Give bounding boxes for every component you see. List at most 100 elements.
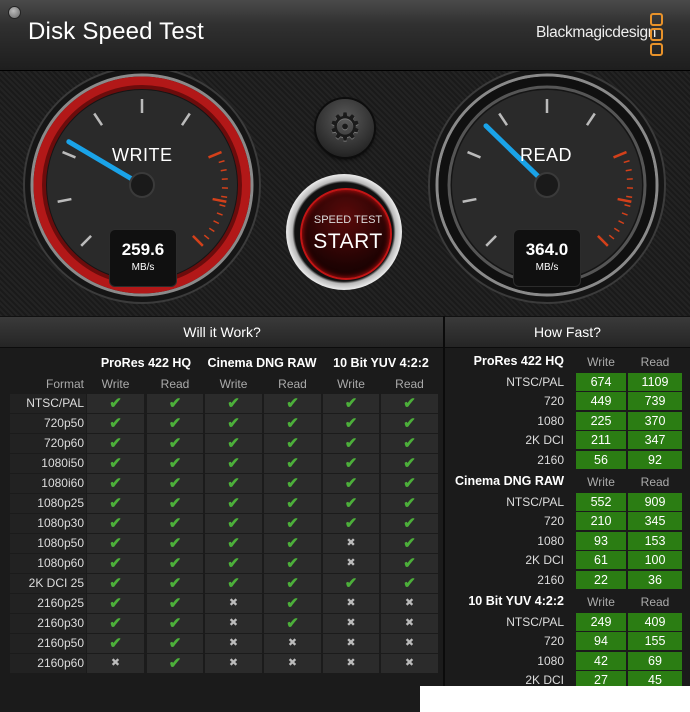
gear-icon: ⚙ [327,107,363,149]
app-title: Disk Speed Test [28,18,204,45]
cross-icon: ✖ [205,614,262,633]
write-gauge-label: WRITE [112,145,173,165]
start-button-label: START [313,230,383,253]
read-speed-value: 364.0 [525,240,569,259]
how-fast-column-read: Read [640,355,670,369]
check-icon: ✔ [147,394,203,413]
check-icon: ✔ [87,454,144,473]
check-icon: ✔ [264,474,321,493]
check-icon: ✔ [87,594,144,613]
check-icon: ✔ [205,534,262,553]
how-fast-row-label: 1080 [537,533,564,548]
how-fast-row: 2160 22 36 [445,570,690,590]
check-icon: ✔ [381,474,438,493]
column-header-read: Read [278,377,307,391]
format-label-text: 2K DCI 25 [28,576,84,590]
how-fast-column-read: Read [640,595,670,609]
table-row: 1080p60 ✔ ✔ ✔ ✔ ✖ ✔ [10,554,438,573]
how-fast-read-value: 36 [628,570,682,589]
how-fast-read-value: 739 [628,392,682,411]
how-fast-write-value: 552 [576,493,626,511]
check-icon: ✔ [323,454,379,473]
settings-button[interactable]: ⚙ [316,99,374,157]
how-fast-read-value: 1109 [628,373,682,391]
brand-logo [650,13,664,57]
how-fast-row-label: 720 [543,634,564,649]
check-icon: ✔ [205,454,262,473]
check-icon: ✔ [147,554,203,573]
format-label-text: NTSC/PAL [26,396,84,410]
how-fast-read-value: 153 [628,531,682,550]
check-icon: ✔ [147,474,203,493]
table-row: 2160p25 ✔ ✔ ✖ ✔ ✖ ✖ [10,594,438,613]
how-fast-column-write: Write [587,475,615,489]
format-label-text: 2160p60 [37,656,84,670]
format-label: 1080i50 [10,454,86,473]
how-fast-column-write: Write [587,355,615,369]
check-icon: ✔ [147,614,203,633]
check-icon: ✔ [323,394,379,413]
check-icon: ✔ [264,554,321,573]
how-fast-read-value: 100 [628,551,682,570]
format-label: 720p50 [10,414,86,433]
read-gauge-label: READ [520,145,573,165]
format-label: 2160p60 [10,654,86,673]
check-icon: ✔ [264,494,321,513]
check-icon: ✔ [205,414,262,433]
format-label-text: 1080p50 [37,536,84,550]
format-label-text: 2160p30 [37,616,84,630]
how-fast-row: 2K DCI 61 100 [445,551,690,570]
check-icon: ✔ [264,454,321,473]
table-row: 2160p60 ✖ ✔ ✖ ✖ ✖ ✖ [10,654,438,673]
start-button[interactable]: SPEED TEST START [300,188,392,280]
how-fast-row-label: 1080 [537,653,564,668]
check-icon: ✔ [147,574,203,593]
how-fast-write-value: 22 [576,570,626,589]
table-row: 2K DCI 25 ✔ ✔ ✔ ✔ ✔ ✔ [10,574,438,593]
will-it-work-rows: NTSC/PAL ✔ ✔ ✔ ✔ ✔ ✔ 720p50 ✔ ✔ ✔ ✔ ✔ ✔ 720p60 ✔ ✔ ✔ ✔ ✔ ✔ 10… [10,394,438,674]
check-icon: ✔ [264,594,321,613]
gauge-red-tick [220,168,227,172]
background-corner [420,686,690,712]
check-icon: ✔ [381,494,438,513]
check-icon: ✔ [147,654,203,673]
cross-icon: ✖ [205,654,262,673]
cross-icon: ✖ [323,554,379,573]
start-button-ring: SPEED TEST START [286,174,402,290]
check-icon: ✔ [381,534,438,553]
format-label-text: 720p50 [43,416,84,430]
check-icon: ✔ [87,534,144,553]
table-row: 1080i60 ✔ ✔ ✔ ✔ ✔ ✔ [10,474,438,493]
format-label: 1080p25 [10,494,86,513]
column-header-write: Write [219,377,248,391]
check-icon: ✔ [205,514,262,533]
how-fast-write-value: 249 [576,613,626,631]
how-fast-row: NTSC/PAL 249 409 [445,613,690,632]
how-fast-row: NTSC/PAL 674 1109 [445,373,690,392]
check-icon: ✔ [205,434,262,453]
how-fast-row: 1080 225 370 [445,411,690,431]
read-speed-readout: 364.0 MB/s [513,229,581,287]
disk-speed-test-window: Disk Speed Test Blackmagicdesign WRITE R… [0,0,690,712]
write-speed-unit: MB/s [131,262,155,273]
check-icon: ✔ [147,634,203,653]
how-fast-group-name: 10 Bit YUV 4:2:2 [468,594,564,608]
how-fast-write-value: 225 [576,411,626,430]
check-icon: ✔ [264,434,321,453]
column-header-read: Read [395,377,424,391]
format-label-text: 1080p60 [37,556,84,570]
check-icon: ✔ [381,414,438,433]
close-button[interactable] [8,6,21,19]
cross-icon: ✖ [381,634,438,653]
cross-icon: ✖ [381,654,438,673]
group-header-prores: ProRes 422 HQ [100,356,192,370]
check-icon: ✔ [264,394,321,413]
format-label: 1080p30 [10,514,86,533]
how-fast-write-value: 210 [576,512,626,531]
start-button-caption: SPEED TEST [313,214,383,226]
format-label: 1080i60 [10,474,86,493]
check-icon: ✔ [323,514,379,533]
check-icon: ✔ [87,394,144,413]
how-fast-write-value: 449 [576,392,626,411]
how-fast-row: 2160 56 92 [445,450,690,470]
